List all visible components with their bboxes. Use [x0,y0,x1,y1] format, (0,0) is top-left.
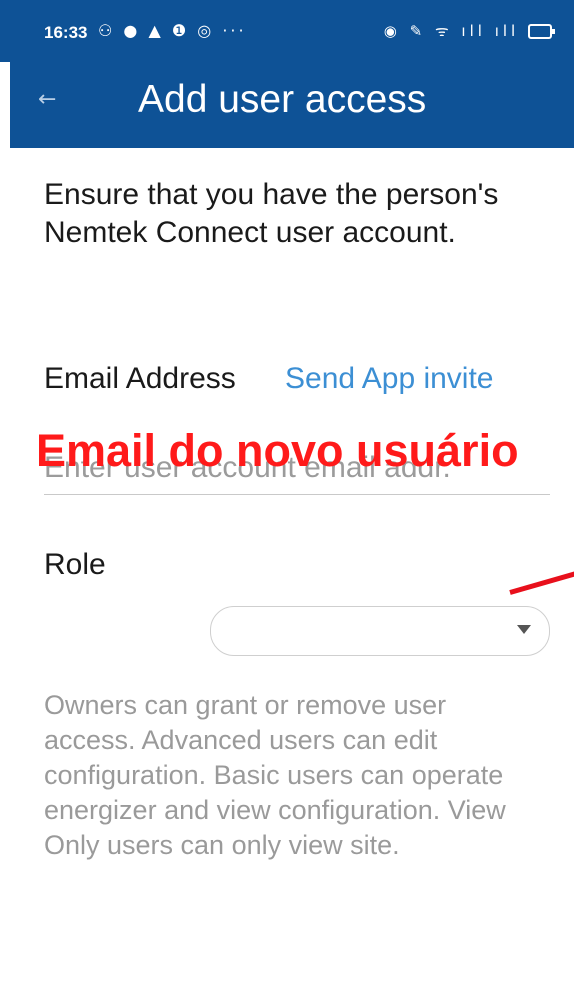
dropdown-arrow-icon [517,625,531,634]
role-help-text: Owners can grant or remove user access. … [44,690,506,860]
intro-text: Ensure that you have the person's Nemtek… [44,178,499,249]
signal-icons: ◉ ✎ ᯤ ıll ıll [383,22,520,40]
battery-icon [528,24,555,39]
role-dropdown[interactable] [210,606,550,656]
app-bar: ← Add user access [10,62,574,148]
notification-icons: ⚇ ● ▲ ❶ ◎ ··· [98,21,247,40]
status-time: 16:33 [44,23,88,42]
status-bar: 16:33 ⚇ ● ▲ ❶ ◎ ··· ◉ ✎ ᯤ ıll ıll [0,0,574,62]
role-label: Role [44,548,106,581]
send-app-invite-link[interactable]: Send App invite [285,362,494,396]
back-arrow-icon[interactable]: ← [38,87,56,112]
page-title: Add user access [138,78,427,121]
email-field[interactable] [44,442,550,495]
system-status-icons: ◉ ✎ ᯤ ıll ıll [383,21,555,41]
email-address-label: Email Address [44,362,236,395]
